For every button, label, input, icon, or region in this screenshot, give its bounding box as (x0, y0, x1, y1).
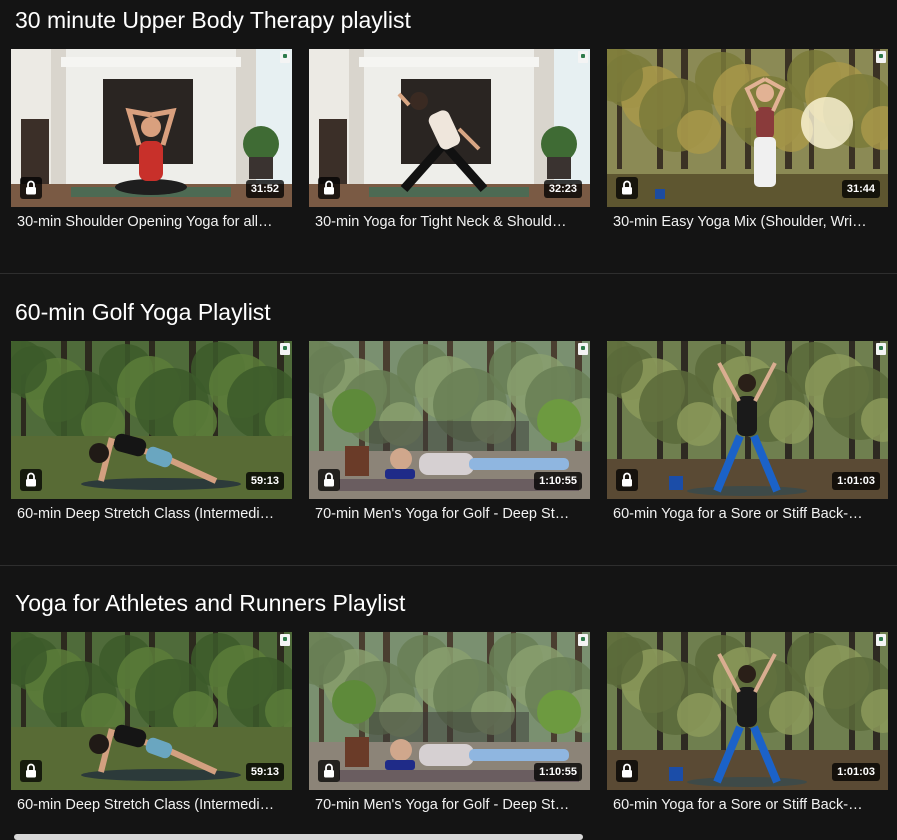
video-card[interactable]: 59:13 60-min Deep Stretch Class (Interme… (11, 632, 292, 813)
channel-badge-icon (280, 343, 290, 355)
channel-badge-icon (578, 343, 588, 355)
video-title[interactable]: 30-min Shoulder Opening Yoga for all… (17, 214, 289, 230)
video-title[interactable]: 60-min Yoga for a Sore or Stiff Back-… (613, 506, 885, 522)
playlist-title[interactable]: 30 minute Upper Body Therapy playlist (15, 7, 411, 34)
video-card[interactable]: 1:01:03 60-min Yoga for a Sore or Stiff … (607, 632, 888, 813)
video-card[interactable]: 1:01:03 60-min Yoga for a Sore or Stiff … (607, 341, 888, 522)
video-thumbnail[interactable]: 1:10:55 (309, 632, 590, 790)
lock-icon (318, 760, 340, 782)
video-title[interactable]: 60-min Yoga for a Sore or Stiff Back-… (613, 797, 885, 813)
playlist-title[interactable]: 60-min Golf Yoga Playlist (15, 299, 271, 326)
lock-icon (318, 177, 340, 199)
lock-icon (318, 469, 340, 491)
video-card[interactable]: 31:44 30-min Easy Yoga Mix (Shoulder, Wr… (607, 49, 888, 230)
channel-badge-icon (280, 51, 290, 63)
video-thumbnail[interactable]: 1:01:03 (607, 632, 888, 790)
video-thumbnail[interactable]: 1:10:55 (309, 341, 590, 499)
video-card[interactable]: 31:52 30-min Shoulder Opening Yoga for a… (11, 49, 292, 230)
video-title[interactable]: 60-min Deep Stretch Class (Intermedi… (17, 797, 289, 813)
video-title[interactable]: 70-min Men's Yoga for Golf - Deep St… (315, 797, 587, 813)
video-thumbnail[interactable]: 1:01:03 (607, 341, 888, 499)
video-title[interactable]: 70-min Men's Yoga for Golf - Deep St… (315, 506, 587, 522)
video-duration: 1:10:55 (534, 472, 582, 490)
row-divider (0, 273, 897, 274)
video-thumbnail[interactable]: 31:52 (11, 49, 292, 207)
video-duration: 31:44 (841, 180, 880, 198)
video-thumbnail[interactable]: 32:23 (309, 49, 590, 207)
video-thumbnail[interactable]: 59:13 (11, 632, 292, 790)
video-title[interactable]: 30-min Yoga for Tight Neck & Should… (315, 214, 587, 230)
lock-icon (616, 177, 638, 199)
video-card[interactable]: 1:10:55 70-min Men's Yoga for Golf - Dee… (309, 341, 590, 522)
channel-badge-icon (876, 634, 886, 646)
channel-badge-icon (876, 51, 886, 63)
lock-icon (616, 760, 638, 782)
video-duration: 1:01:03 (832, 472, 880, 490)
video-duration: 1:01:03 (832, 763, 880, 781)
channel-badge-icon (280, 634, 290, 646)
lock-icon (20, 760, 42, 782)
video-title[interactable]: 60-min Deep Stretch Class (Intermedi… (17, 506, 289, 522)
lock-icon (20, 177, 42, 199)
row-divider (0, 565, 897, 566)
horizontal-scrollbar[interactable] (14, 834, 583, 840)
lock-icon (616, 469, 638, 491)
video-thumbnail[interactable]: 31:44 (607, 49, 888, 207)
channel-badge-icon (578, 51, 588, 63)
channel-badge-icon (578, 634, 588, 646)
video-duration: 59:13 (245, 472, 284, 490)
video-title[interactable]: 30-min Easy Yoga Mix (Shoulder, Wri… (613, 214, 885, 230)
video-card[interactable]: 59:13 60-min Deep Stretch Class (Interme… (11, 341, 292, 522)
video-duration: 1:10:55 (534, 763, 582, 781)
lock-icon (20, 469, 42, 491)
video-thumbnail[interactable]: 59:13 (11, 341, 292, 499)
video-duration: 59:13 (245, 763, 284, 781)
playlist-title[interactable]: Yoga for Athletes and Runners Playlist (15, 590, 405, 617)
video-duration: 31:52 (245, 180, 284, 198)
video-card[interactable]: 1:10:55 70-min Men's Yoga for Golf - Dee… (309, 632, 590, 813)
video-duration: 32:23 (543, 180, 582, 198)
channel-badge-icon (876, 343, 886, 355)
video-card[interactable]: 32:23 30-min Yoga for Tight Neck & Shoul… (309, 49, 590, 230)
